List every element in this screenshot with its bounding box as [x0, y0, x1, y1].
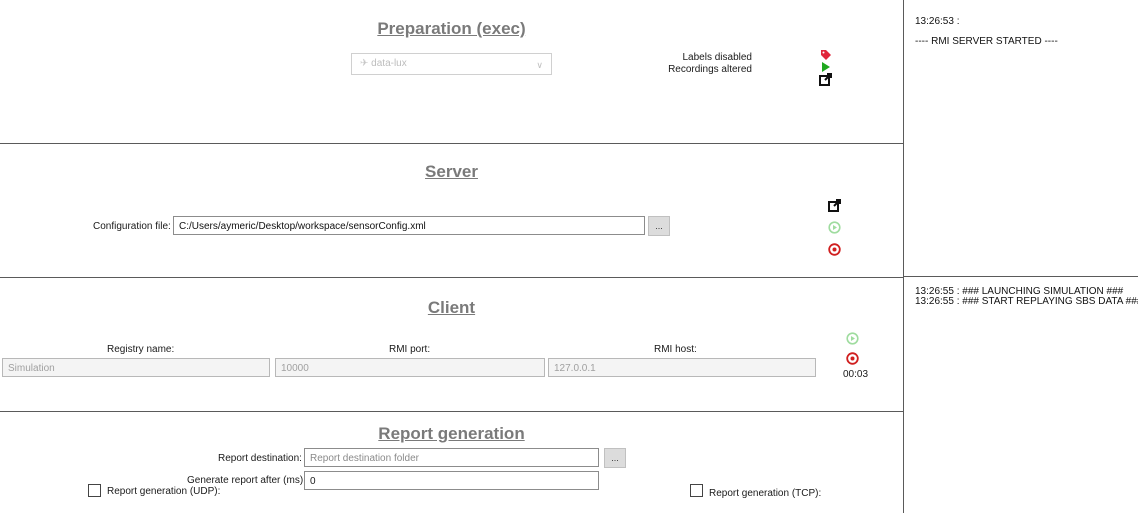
external-link-icon[interactable] — [828, 199, 841, 212]
report-destination-input[interactable]: Report destination folder — [304, 448, 599, 467]
preparation-section: Preparation (exec) ✈ data-lux ∨ Labels d… — [0, 0, 903, 144]
config-file-input[interactable]: C:/Users/aymeric/Desktop/workspace/senso… — [173, 216, 645, 235]
registry-name-label: Registry name: — [107, 344, 175, 355]
main-panel: Preparation (exec) ✈ data-lux ∨ Labels d… — [0, 0, 903, 513]
server-section: Server Configuration file: C:/Users/ayme… — [0, 143, 903, 278]
log-panel: 13:26:53 : ---- RMI SERVER STARTED ---- … — [903, 0, 1138, 513]
client-title: Client — [427, 298, 476, 317]
report-section: Report generation Report destination: Re… — [0, 411, 903, 513]
dropdown-value: data-lux — [371, 58, 407, 69]
log-divider — [904, 276, 1138, 277]
tcp-label: Report generation (TCP): — [709, 488, 822, 499]
external-link-icon[interactable] — [819, 73, 832, 86]
chevron-down-icon: ∨ — [536, 60, 543, 70]
report-browse-button[interactable]: ... — [604, 448, 626, 468]
udp-label: Report generation (UDP): — [107, 486, 221, 497]
rmi-port-label: RMI port: — [389, 344, 431, 355]
client-log[interactable]: 13:26:55 : ### LAUNCHING SIMULATION ### … — [915, 287, 1138, 307]
rmi-host-input[interactable]: 127.0.0.1 — [548, 358, 816, 377]
play-circle-icon[interactable] — [828, 221, 841, 234]
tcp-checkbox[interactable] — [690, 484, 703, 497]
status-recordings-text: Recordings altered — [668, 64, 752, 75]
plane-icon: ✈ — [360, 58, 369, 69]
config-file-label: Configuration file: — [93, 221, 171, 232]
rmi-port-input[interactable]: 10000 — [275, 358, 545, 377]
config-browse-button[interactable]: ... — [648, 216, 670, 236]
registry-name-input[interactable]: Simulation — [2, 358, 270, 377]
client-timer: 00:03 — [843, 369, 869, 380]
client-section: Client Registry name: Simulation RMI por… — [0, 277, 903, 412]
play-icon[interactable] — [821, 62, 831, 72]
report-title: Report generation — [378, 424, 525, 443]
tag-icon[interactable] — [820, 49, 832, 61]
server-title: Server — [425, 162, 478, 181]
server-log[interactable]: 13:26:53 : ---- RMI SERVER STARTED ---- — [915, 17, 1058, 47]
status-labels-text: Labels disabled — [682, 52, 753, 63]
play-circle-icon[interactable] — [846, 332, 859, 345]
generate-after-input[interactable]: 0 — [304, 471, 599, 490]
preparation-title: Preparation (exec) — [377, 19, 526, 38]
generate-after-label: Generate report after (ms): — [187, 475, 306, 486]
stop-circle-icon[interactable] — [846, 352, 859, 365]
stop-circle-icon[interactable] — [828, 243, 841, 256]
udp-checkbox[interactable] — [88, 484, 101, 497]
report-destination-label: Report destination: — [218, 453, 302, 464]
script-dropdown[interactable]: ✈ data-lux ∨ — [351, 53, 552, 75]
rmi-host-label: RMI host: — [654, 344, 697, 355]
